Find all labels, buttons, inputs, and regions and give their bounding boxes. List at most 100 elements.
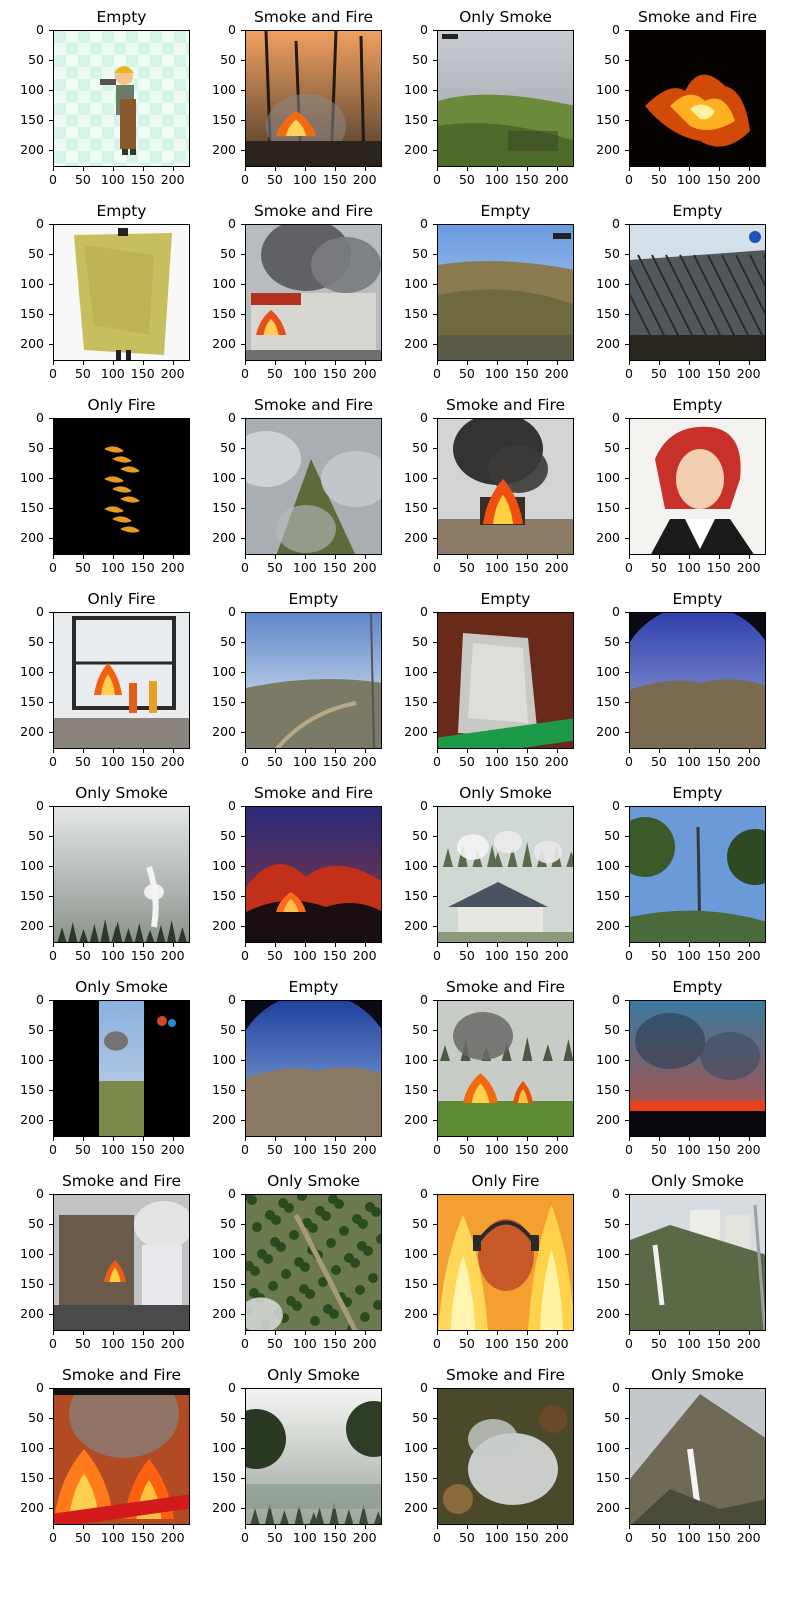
x-tick-label: 200 [352,948,377,963]
x-tick-label: 200 [736,172,761,187]
x-tick-mark [748,361,750,365]
y-tick-mark [433,30,437,31]
x-tick-mark [172,749,174,753]
y-tick-label: 50 [28,1215,44,1231]
y-tick-label: 150 [212,1275,236,1291]
x-tick-label: 200 [736,1530,761,1545]
panel-image-building-fire [245,224,382,361]
x-tick-mark [718,1331,720,1335]
x-tick-mark [556,749,558,753]
y-tick-mark [241,1477,245,1479]
x-tick-mark [466,361,468,365]
x-tick-mark [718,749,720,753]
y-tick-mark [241,1223,245,1225]
y-tick-label: 0 [228,1380,236,1395]
x-tick-mark [274,555,276,559]
y-tick-label: 0 [228,1186,236,1201]
x-tick-mark [82,167,84,171]
x-tick-mark [629,1331,630,1335]
y-tick-mark [49,1253,53,1255]
x-tick-mark [82,1137,84,1141]
x-tick-mark [556,943,558,947]
image-panel: Empty 0 50 100 150 200 0 50 100 150 200 [576,590,768,784]
y-tick-label: 200 [596,141,620,157]
x-tick-label: 200 [352,1142,377,1157]
x-tick-mark [629,1137,630,1141]
y-tick-label: 0 [612,216,620,231]
y-tick-mark [49,1000,53,1001]
x-tick-mark [53,555,54,559]
y-tick-label: 50 [412,1409,428,1425]
y-tick-mark [433,1253,437,1255]
x-tick-mark [748,555,750,559]
image-panel: Empty 0 50 100 150 200 0 50 100 150 200 [0,202,192,396]
y-tick-mark [49,149,53,151]
panel-image-village-chimneys [437,806,574,943]
y-tick-label: 200 [212,723,236,739]
x-tick-mark [53,167,54,171]
x-tick-mark [466,943,468,947]
y-tick-mark [49,612,53,613]
x-tick-mark [437,749,438,753]
x-tick-mark [112,1331,114,1335]
x-tick-mark [245,1525,246,1529]
x-tick-mark [748,1525,750,1529]
x-tick-mark [142,555,144,559]
x-tick-mark [688,555,690,559]
x-tick-mark [53,943,54,947]
y-tick-mark [625,1029,629,1031]
image-panel: Empty 0 50 100 150 200 0 50 100 150 200 [384,590,576,784]
panel-image-yellow-sheet [53,224,190,361]
x-tick-mark [53,1137,54,1141]
y-tick-mark [241,283,245,285]
y-tick-mark [49,1507,53,1509]
panel-title: Empty [672,396,723,414]
image-panel: Only Smoke 0 50 100 150 200 0 50 100 150 200 [384,8,576,202]
x-tick-label: 200 [160,948,185,963]
y-tick-label: 0 [228,410,236,425]
y-tick-label: 0 [36,1380,44,1395]
y-tick-label: 200 [20,723,44,739]
x-tick-label: 200 [160,172,185,187]
y-tick-label: 200 [212,1111,236,1127]
x-tick-mark [304,555,306,559]
x-tick-mark [334,1525,336,1529]
x-tick-mark [304,1331,306,1335]
y-tick-mark [241,1029,245,1031]
panel-image-mountain-smoke-cam [629,1388,766,1525]
image-panel: Smoke and Fire 0 50 100 150 200 0 50 100 150 200 [576,8,768,202]
x-tick-mark [718,943,720,947]
image-panel: Only Smoke 0 50 100 150 200 0 50 100 150 200 [0,784,192,978]
y-tick-mark [241,1089,245,1091]
image-panel: Smoke and Fire 0 50 100 150 200 0 50 100 150 200 [384,1366,576,1560]
y-tick-mark [433,1029,437,1031]
y-tick-label: 200 [404,529,428,545]
y-tick-mark [433,925,437,927]
x-tick-mark [142,167,144,171]
image-panel: Smoke and Fire 0 50 100 150 200 0 50 100 150 200 [192,202,384,396]
panel-image-news-wildfire [53,1388,190,1525]
y-tick-mark [49,477,53,479]
y-tick-label: 100 [404,81,428,97]
y-tick-mark [49,1223,53,1225]
x-tick-mark [556,1137,558,1141]
y-tick-mark [49,1477,53,1479]
y-tick-mark [433,1283,437,1285]
y-tick-label: 200 [596,1305,620,1321]
image-panel: Empty 0 50 100 150 200 0 50 100 150 200 [192,978,384,1172]
y-tick-label: 100 [596,1245,620,1261]
y-tick-mark [433,895,437,897]
y-tick-label: 100 [212,275,236,291]
x-tick-mark [556,361,558,365]
y-tick-label: 200 [596,723,620,739]
x-tick-mark [142,1331,144,1335]
panel-title: Only Smoke [651,1366,744,1384]
x-tick-mark [629,555,630,559]
y-tick-mark [49,507,53,509]
y-tick-label: 100 [20,1051,44,1067]
x-tick-label: 200 [544,1336,569,1351]
image-panel: Smoke and Fire 0 50 100 150 200 0 50 100 150 200 [192,8,384,202]
panel-image-grass-hillside [437,30,574,167]
y-tick-mark [241,1388,245,1389]
y-tick-label: 0 [420,604,428,619]
